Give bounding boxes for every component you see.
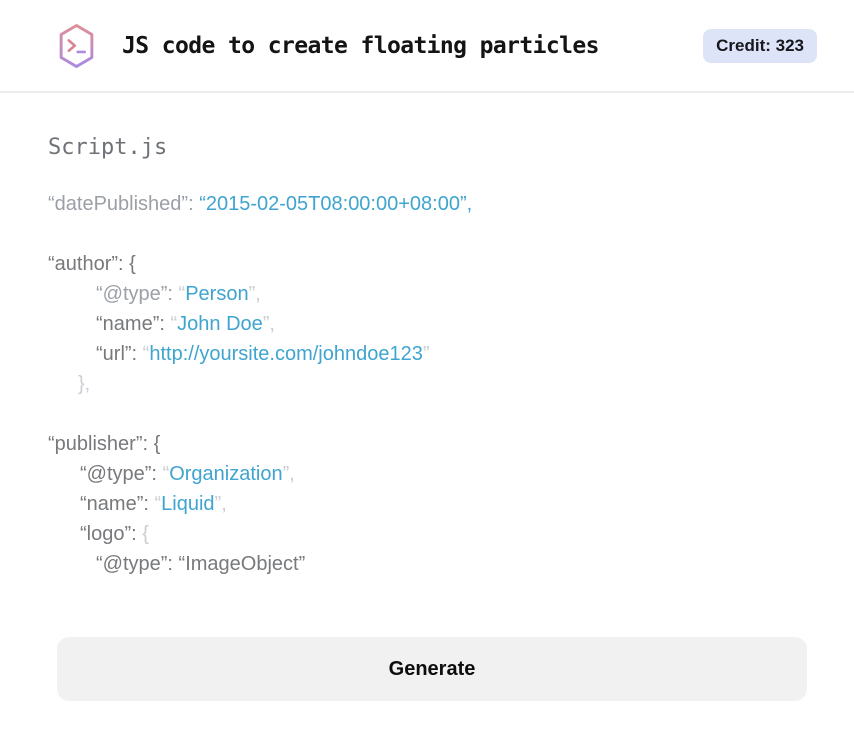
page-title: JS code to create floating particles xyxy=(122,32,600,59)
json-quote: ”, xyxy=(282,463,295,485)
json-key: “url”: xyxy=(96,343,143,365)
json-quote: ”, xyxy=(248,283,261,305)
code-line-author-type: “@type”: “Person”, xyxy=(48,279,854,309)
json-key: “author”: { xyxy=(48,253,136,275)
code-line-date-published: “datePublished”: “2015-02-05T08:00:00+08… xyxy=(48,189,854,219)
json-key: “@type”: xyxy=(80,463,163,485)
json-quote: ” xyxy=(422,343,430,365)
json-value: Organization xyxy=(169,463,283,485)
code-line-author-close: }, xyxy=(48,369,854,399)
json-key: “publisher”: { xyxy=(48,433,161,455)
json-key: “logo”: xyxy=(80,523,143,545)
generate-button[interactable]: Generate xyxy=(57,637,807,701)
terminal-hexagon-icon xyxy=(56,23,97,69)
json-key: “name”: xyxy=(80,493,155,515)
code-block: “datePublished”: “2015-02-05T08:00:00+08… xyxy=(48,189,854,579)
json-value: Person xyxy=(185,283,249,305)
json-key: “name”: xyxy=(96,313,171,335)
json-key: “datePublished”: xyxy=(48,193,200,215)
json-value: http://yoursite.com/johndoe123 xyxy=(149,343,423,365)
json-quote: ”, xyxy=(214,493,227,515)
json-value: John Doe xyxy=(177,313,263,335)
code-line-author-open: “author”: { xyxy=(48,249,854,279)
json-value: Liquid xyxy=(161,493,215,515)
json-value: “2015-02-05T08:00:00+08:00”, xyxy=(199,193,473,215)
json-key: “@type”: “ImageObject” xyxy=(96,553,306,575)
json-key: “@type”: xyxy=(96,283,179,305)
json-punctuation: { xyxy=(142,523,149,545)
json-quote: ”, xyxy=(262,313,275,335)
code-line-logo-open: “logo”: { xyxy=(48,519,854,549)
code-line-publisher-open: “publisher”: { xyxy=(48,429,854,459)
json-punctuation: }, xyxy=(78,373,91,395)
credit-badge: Credit: 323 xyxy=(703,28,817,63)
code-line-publisher-type: “@type”: “Organization”, xyxy=(48,459,854,489)
code-line-author-name: “name”: “John Doe”, xyxy=(48,309,854,339)
code-line-logo-type: “@type”: “ImageObject” xyxy=(48,549,854,579)
code-line-publisher-name: “name”: “Liquid”, xyxy=(48,489,854,519)
script-filename: Script.js xyxy=(48,135,168,160)
code-line-author-url: “url”: “http://yoursite.com/johndoe123” xyxy=(48,339,854,369)
app-header: JS code to create floating particles Cre… xyxy=(0,0,854,93)
